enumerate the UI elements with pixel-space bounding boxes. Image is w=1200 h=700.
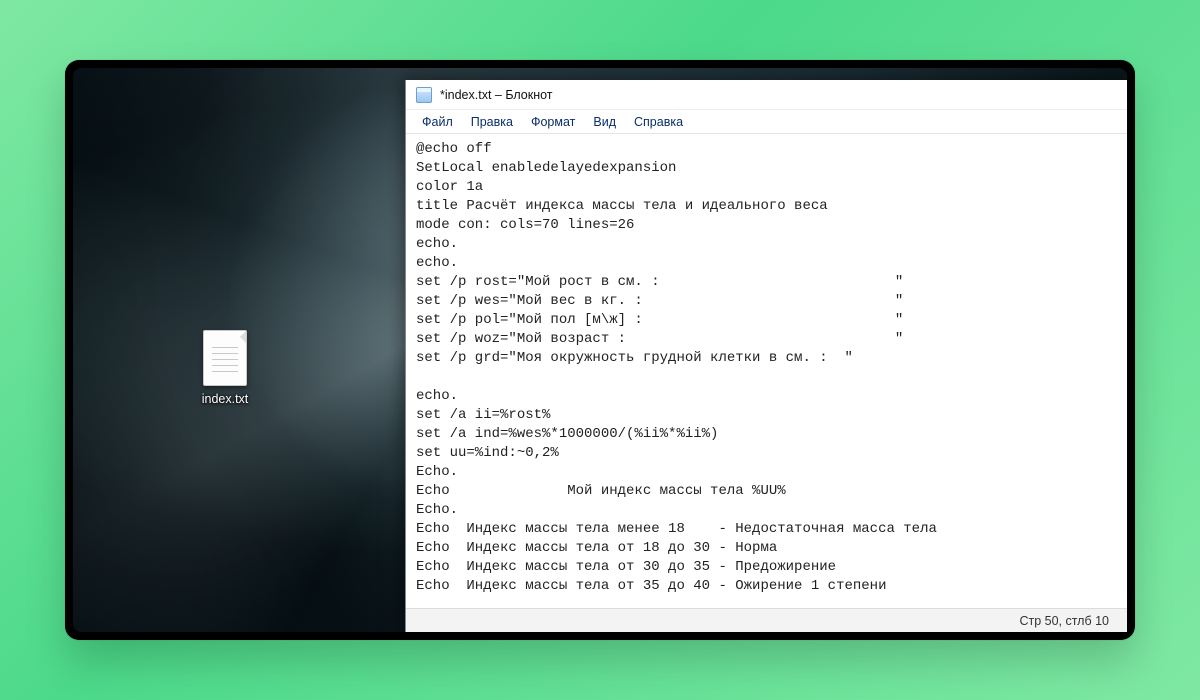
window-title: *index.txt – Блокнот [440,88,553,102]
desktop-file-label: index.txt [185,392,265,406]
menu-view[interactable]: Вид [585,113,624,131]
editor-textarea[interactable]: @echo off SetLocal enabledelayedexpansio… [406,134,1127,608]
desktop-file-icon[interactable]: index.txt [185,330,265,406]
menu-help[interactable]: Справка [626,113,691,131]
titlebar[interactable]: *index.txt – Блокнот [406,80,1127,110]
menu-edit[interactable]: Правка [463,113,521,131]
text-file-icon [203,330,247,386]
menu-file[interactable]: Файл [414,113,461,131]
menu-format[interactable]: Формат [523,113,583,131]
statusbar: Стр 50, стлб 10 [406,608,1127,632]
menubar: Файл Правка Формат Вид Справка [406,110,1127,134]
cursor-position: Стр 50, стлб 10 [1019,614,1109,628]
notepad-window: *index.txt – Блокнот Файл Правка Формат … [405,80,1127,632]
screenshot-frame: index.txt *index.txt – Блокнот Файл Прав… [65,60,1135,640]
notepad-app-icon [416,87,432,103]
